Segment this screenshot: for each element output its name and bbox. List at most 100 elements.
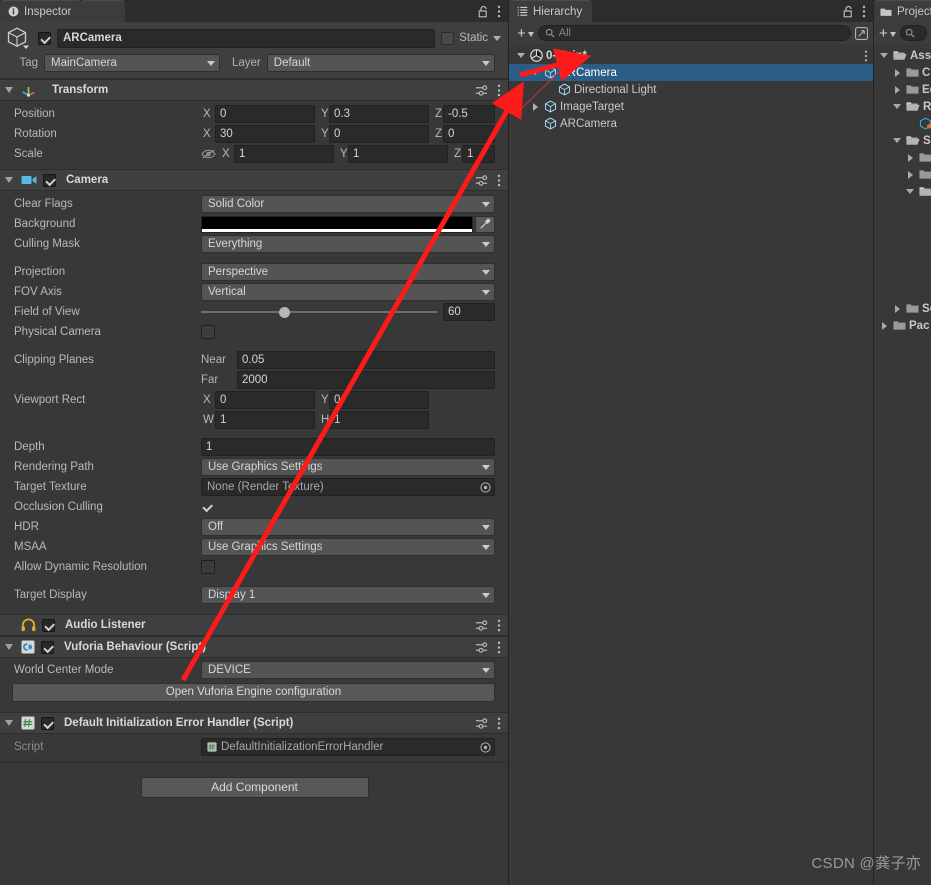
- viewport-x-input[interactable]: 0: [215, 391, 315, 409]
- position-z-input[interactable]: -0.5: [443, 105, 495, 123]
- kebab-menu-icon[interactable]: [864, 50, 868, 62]
- foldout-expanded-icon[interactable]: [878, 53, 890, 58]
- constrain-proportions-off-icon[interactable]: [201, 148, 216, 160]
- projection-dropdown[interactable]: Perspective: [201, 263, 495, 281]
- kebab-menu-icon[interactable]: [497, 641, 501, 654]
- rendering-path-dropdown[interactable]: Use Graphics Settings: [201, 458, 495, 476]
- preset-settings-icon[interactable]: [475, 84, 488, 97]
- component-header-transform[interactable]: Transform: [0, 79, 509, 101]
- eyedropper-icon[interactable]: [475, 215, 495, 233]
- foldout-expanded-icon[interactable]: [515, 53, 527, 58]
- position-y-input[interactable]: 0.3: [329, 105, 429, 123]
- position-x-input[interactable]: 0: [215, 105, 315, 123]
- foldout-collapsed-icon[interactable]: [891, 304, 903, 313]
- hierarchy-search-input[interactable]: All: [537, 25, 851, 41]
- kebab-menu-icon[interactable]: [497, 84, 501, 97]
- far-input[interactable]: 2000: [237, 371, 495, 389]
- vuforia-foldout[interactable]: [3, 644, 15, 650]
- world-center-mode-dropdown[interactable]: DEVICE: [201, 661, 495, 679]
- occlusion-culling-checkbox[interactable]: [201, 501, 214, 514]
- near-input[interactable]: 0.05: [237, 351, 495, 369]
- hierarchy-item-imagetarget[interactable]: ImageTarget: [509, 98, 874, 115]
- scale-y-input[interactable]: 1: [348, 145, 448, 163]
- rotation-x-input[interactable]: 30: [215, 125, 315, 143]
- create-asset-button[interactable]: +: [879, 26, 896, 41]
- foldout-collapsed-icon[interactable]: [891, 85, 903, 94]
- scale-x-input[interactable]: 1: [234, 145, 334, 163]
- fov-axis-dropdown[interactable]: Vertical: [201, 283, 495, 301]
- component-header-default-init-error-handler[interactable]: Default Initialization Error Handler (Sc…: [0, 712, 509, 734]
- project-item-8[interactable]: [874, 183, 931, 200]
- object-picker-icon[interactable]: [478, 480, 492, 494]
- scale-z-input[interactable]: 1: [462, 145, 495, 163]
- gameobject-name-input[interactable]: ARCamera: [57, 28, 436, 48]
- lock-open-icon[interactable]: [843, 5, 854, 18]
- project-item-sc[interactable]: Sc: [874, 132, 931, 149]
- project-item-re[interactable]: Re: [874, 98, 931, 115]
- tag-dropdown[interactable]: MainCamera: [44, 54, 220, 72]
- project-item-7[interactable]: [874, 166, 931, 183]
- static-dropdown-icon[interactable]: [493, 35, 501, 41]
- hdr-dropdown[interactable]: Off: [201, 518, 495, 536]
- kebab-menu-icon[interactable]: [497, 174, 501, 187]
- kebab-menu-icon[interactable]: [497, 5, 501, 18]
- transform-foldout[interactable]: [3, 87, 15, 93]
- tab-inspector[interactable]: Inspector: [0, 0, 82, 22]
- tab-hierarchy[interactable]: Hierarchy: [509, 0, 593, 22]
- lock-open-icon[interactable]: [478, 5, 489, 18]
- component-header-vuforia-behaviour[interactable]: Vuforia Behaviour (Script): [0, 636, 509, 658]
- project-search-input[interactable]: [899, 25, 927, 41]
- depth-input[interactable]: 1: [201, 438, 495, 456]
- script-objectfield[interactable]: DefaultInitializationErrorHandler: [201, 738, 495, 756]
- error-handler-foldout[interactable]: [3, 720, 15, 726]
- viewport-h-input[interactable]: 1: [329, 411, 429, 429]
- viewport-y-input[interactable]: 0: [329, 391, 429, 409]
- open-vuforia-engine-configuration-button[interactable]: Open Vuforia Engine configuration: [12, 683, 495, 702]
- component-header-audio-listener[interactable]: Audio Listener: [0, 614, 509, 636]
- kebab-menu-icon[interactable]: [862, 5, 866, 18]
- allow-dynamic-resolution-checkbox[interactable]: [201, 560, 215, 574]
- foldout-expanded-icon[interactable]: [891, 138, 903, 143]
- foldout-expanded-icon[interactable]: [904, 189, 916, 194]
- project-item-pac[interactable]: Pac: [874, 317, 931, 334]
- project-item-ed[interactable]: Ed: [874, 81, 931, 98]
- hierarchy-item-arcamera[interactable]: ARCamera: [509, 64, 874, 81]
- error-handler-enabled-checkbox[interactable]: [41, 716, 54, 730]
- slider-knob[interactable]: [278, 306, 290, 318]
- physical-camera-checkbox[interactable]: [201, 325, 215, 339]
- project-item-4[interactable]: [874, 115, 931, 132]
- preset-settings-icon[interactable]: [475, 619, 488, 632]
- foldout-expanded-icon[interactable]: [891, 104, 903, 109]
- add-component-button[interactable]: Add Component: [140, 777, 369, 798]
- tab-project[interactable]: Project: [874, 0, 931, 22]
- msaa-dropdown[interactable]: Use Graphics Settings: [201, 538, 495, 556]
- rotation-y-input[interactable]: 0: [329, 125, 429, 143]
- project-item-c[interactable]: C: [874, 64, 931, 81]
- project-item-assets[interactable]: Assets: [874, 47, 931, 64]
- preset-settings-icon[interactable]: [475, 174, 488, 187]
- foldout-collapsed-icon[interactable]: [878, 321, 890, 330]
- object-picker-icon[interactable]: [478, 740, 492, 754]
- component-header-camera[interactable]: Camera: [0, 169, 509, 191]
- viewport-w-input[interactable]: 1: [215, 411, 315, 429]
- clear-flags-dropdown[interactable]: Solid Color: [201, 195, 495, 213]
- project-item-sc[interactable]: Sc: [874, 300, 931, 317]
- culling-mask-dropdown[interactable]: Everything: [201, 235, 495, 253]
- search-mode-icon[interactable]: [855, 26, 869, 40]
- project-item-6[interactable]: [874, 149, 931, 166]
- static-checkbox[interactable]: [441, 31, 455, 45]
- hierarchy-item-0-main[interactable]: 0-Main*: [509, 47, 874, 64]
- layer-dropdown[interactable]: Default: [266, 54, 495, 72]
- field-of-view-slider[interactable]: [201, 305, 437, 319]
- preset-settings-icon[interactable]: [475, 717, 488, 730]
- rotation-z-input[interactable]: 0: [443, 125, 495, 143]
- panel-divider-right[interactable]: [873, 0, 874, 885]
- background-color-swatch[interactable]: [201, 215, 473, 233]
- camera-enabled-checkbox[interactable]: [43, 173, 56, 187]
- foldout-collapsed-icon[interactable]: [891, 68, 903, 77]
- preset-settings-icon[interactable]: [475, 641, 488, 654]
- foldout-collapsed-icon[interactable]: [904, 153, 916, 162]
- foldout-collapsed-icon[interactable]: [529, 102, 541, 111]
- gameobject-enabled-checkbox[interactable]: [38, 31, 51, 45]
- target-display-dropdown[interactable]: Display 1: [201, 586, 495, 604]
